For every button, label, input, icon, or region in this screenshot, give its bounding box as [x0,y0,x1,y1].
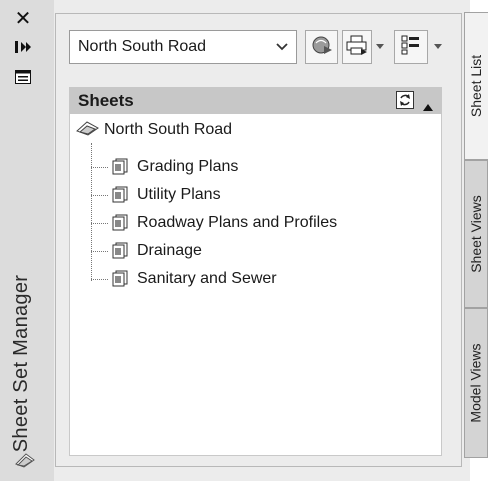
tree-root-label: North South Road [104,121,233,138]
tree-branch [91,250,108,252]
sheet-icon [110,158,130,176]
refresh-icon[interactable] [396,91,414,114]
publish-button[interactable] [342,30,372,64]
publish-icon [311,34,333,61]
tree-item-label: Utility Plans [137,186,221,203]
tree-branch [91,166,108,168]
publish-to-dwf-button[interactable] [305,30,338,64]
tree-item[interactable]: Sanitary and Sewer [91,267,277,291]
tab-sheet-list[interactable]: Sheet List [464,12,488,160]
sheet-icon [110,214,130,232]
tree-item-label: Grading Plans [137,158,239,175]
tree-item-label: Sanitary and Sewer [137,270,277,287]
palette-tabs: Sheet List Sheet Views Model Views [464,12,489,481]
sheet-selections-button[interactable] [394,30,428,64]
sheet-set-selector-value: North South Road [78,38,207,55]
sheet-selections-dropdown-arrow[interactable] [433,41,443,51]
plot-icon [346,35,368,60]
tree-item[interactable]: Grading Plans [91,155,238,179]
close-icon[interactable]: ✕ [10,8,36,30]
tree-item-label: Roadway Plans and Profiles [137,214,338,231]
autohide-pin-icon[interactable] [10,36,36,58]
palette-content: North South Road Sheets North South Road… [55,13,462,467]
sheets-panel-header: Sheets [69,87,442,114]
collapse-icon[interactable] [423,96,433,116]
publish-dropdown-arrow[interactable] [375,41,385,51]
sheets-tree: North South Road Grading Plans Utility P… [69,114,442,456]
sheet-selections-icon [401,35,421,60]
sheet-set-manager-palette: ✕ Sheet Set Manager North South Road She… [0,0,470,481]
sheets-panel-title: Sheets [78,90,134,110]
tree-branch [91,222,108,224]
tree-branch [91,194,108,196]
tab-sheet-views[interactable]: Sheet Views [464,160,488,308]
tab-model-views[interactable]: Model Views [464,308,488,458]
sheet-set-icon [76,120,100,141]
tree-item-label: Drainage [137,242,202,259]
sheet-icon [110,186,130,204]
properties-icon[interactable] [10,66,36,88]
sheet-icon [110,270,130,288]
tree-root[interactable]: North South Road [76,118,232,142]
palette-title: Sheet Set Manager [10,274,33,452]
palette-title-bar: ✕ Sheet Set Manager [0,0,54,481]
sheet-set-icon [14,452,36,473]
sheet-set-selector[interactable]: North South Road [69,30,297,64]
tree-item[interactable]: Utility Plans [91,183,221,207]
tree-item[interactable]: Roadway Plans and Profiles [91,211,337,235]
sheet-icon [110,242,130,260]
tree-branch [91,278,108,280]
chevron-down-icon [276,43,288,51]
tree-item[interactable]: Drainage [91,239,202,263]
